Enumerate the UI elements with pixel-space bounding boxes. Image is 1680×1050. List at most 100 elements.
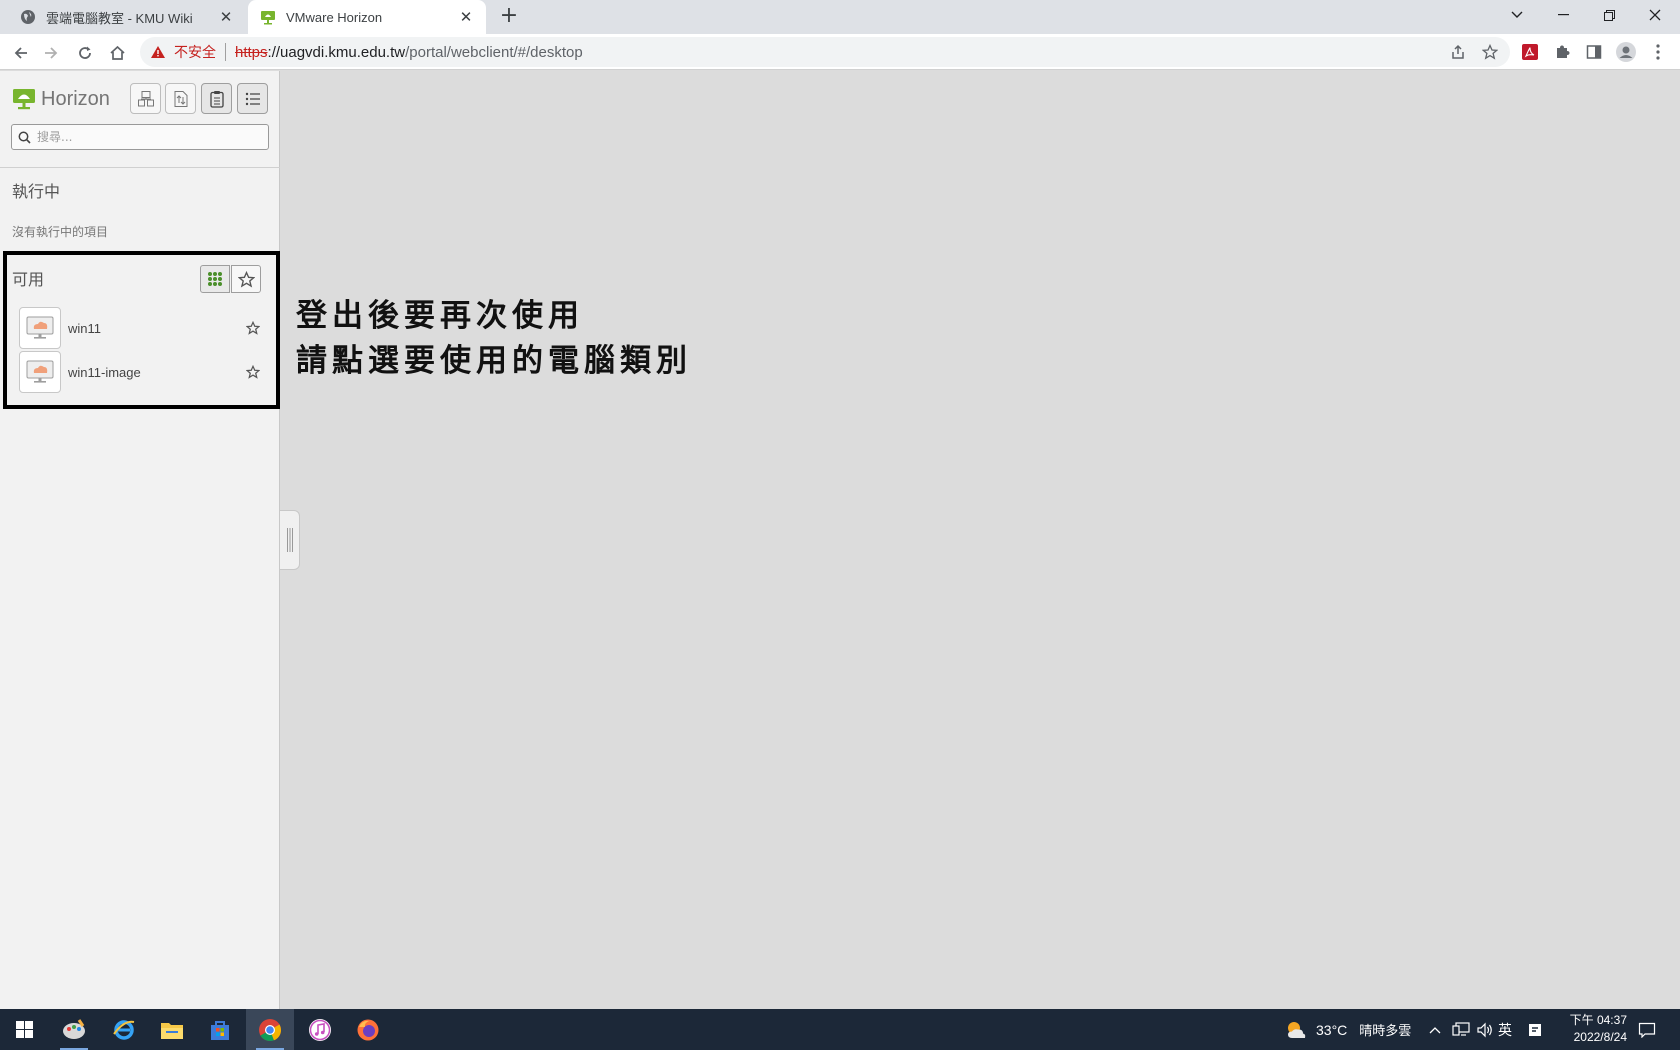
horizon-logo-icon [13,89,35,110]
sidebar-divider [0,167,280,168]
browser-tab-strip: 雲端電腦教室 - KMU Wiki ✕ VMware Horizon ✕ + [0,0,1680,34]
not-secure-label[interactable]: 不安全 [174,42,216,62]
weather-temperature: 33°C [1316,1021,1348,1038]
list-menu-icon [245,92,260,105]
side-panel-icon[interactable] [1582,40,1606,64]
show-hidden-icons-chevron-icon[interactable] [1429,1009,1441,1050]
minimize-icon[interactable] [1540,0,1586,30]
grid-view-button[interactable] [200,265,230,293]
notification-badge-icon[interactable] [1528,1009,1542,1050]
tab-title: 雲端電腦教室 - KMU Wiki [46,10,193,26]
reload-icon[interactable] [72,40,98,66]
clipboard-button[interactable] [201,83,232,114]
cloud-desktop-icon [26,316,54,339]
music-note-icon [309,1018,331,1041]
taskbar-ie-app[interactable] [100,1009,148,1050]
horizon-monitor-icon [261,11,275,25]
action-center-icon[interactable] [1638,1009,1656,1050]
running-section-title: 執行中 [12,182,61,201]
address-bar[interactable]: 不安全 https://uagvdi.kmu.edu.tw/portal/web… [140,37,1510,67]
favorites-filter-button[interactable] [231,265,261,293]
input-method-indicator[interactable]: 英 [1498,1009,1512,1050]
favorite-star-icon[interactable] [243,362,263,382]
file-transfer-icon [174,90,187,107]
available-section-highlight: 可用 win11 win11-image [3,251,280,409]
warning-icon [151,46,165,58]
globe-icon [21,10,35,24]
taskbar-chrome-app[interactable] [246,1009,294,1050]
horizon-logo-text: Horizon [41,87,110,110]
running-empty-message: 沒有執行中的項目 [12,225,109,239]
partly-cloudy-icon [1288,1021,1306,1038]
taskbar-firefox-app[interactable] [344,1009,392,1050]
desktop-name: win11-image [68,364,141,380]
browser-menu-icon[interactable] [1646,40,1670,64]
horizon-sidebar: Horizon 執行中 沒有執行中的項目 可用 [0,71,280,1009]
favorite-star-icon[interactable] [243,318,263,338]
system-clock[interactable]: 下午 04:37 2022/8/24 [1555,1012,1627,1046]
profile-avatar-icon[interactable] [1614,40,1638,64]
usb-icon [137,90,154,106]
usb-devices-button[interactable] [130,83,161,114]
clock-time: 下午 04:37 [1569,1013,1627,1027]
search-box[interactable] [11,124,269,150]
back-arrow-icon[interactable] [8,40,34,66]
desktop-name: win11 [68,320,102,336]
start-button[interactable] [0,1009,48,1050]
desktop-thumbnail [19,351,61,393]
browser-toolbar: 不安全 https://uagvdi.kmu.edu.tw/portal/web… [0,34,1680,70]
desktop-item-win11-image[interactable]: win11-image [19,351,269,393]
settings-menu-button[interactable] [237,83,268,114]
horizon-logo: Horizon [12,87,110,111]
star-icon [237,270,255,288]
url-path: /portal/webclient/#/desktop [405,43,583,61]
weather-description: 晴時多雲 [1359,1023,1412,1038]
folder-icon [161,1022,183,1039]
acrobat-extension-icon[interactable] [1518,40,1542,64]
taskbar-store-app[interactable] [196,1009,244,1050]
bookmark-star-icon[interactable] [1478,40,1502,64]
store-bag-icon [211,1020,229,1040]
url-host: ://uagvdi.kmu.edu.tw [267,43,406,61]
tab-kmu-wiki[interactable]: 雲端電腦教室 - KMU Wiki ✕ [8,0,246,34]
address-separator [225,43,226,61]
cloud-desktop-icon [26,360,54,383]
clock-date: 2022/8/24 [1573,1030,1627,1044]
sidebar-resize-handle[interactable] [280,510,300,570]
grid-icon [208,272,222,286]
available-section-title: 可用 [12,270,45,289]
annotation-line-1: 登出後要再次使用 [296,298,584,334]
forward-arrow-icon[interactable] [38,40,64,66]
clipboard-icon [209,90,224,108]
paint-palette-icon [63,1018,85,1039]
annotation-line-2: 請點選要使用的電腦類別 [296,343,692,379]
taskbar-itunes-app[interactable] [296,1009,344,1050]
weather-widget[interactable]: 33°C 晴時多雲 [1284,1009,1411,1050]
drag-grip-icon [286,528,293,552]
tab-search-icon[interactable] [1494,0,1540,30]
internet-explorer-icon [113,1019,135,1040]
new-tab-button[interactable]: + [496,4,522,30]
tab-close-icon[interactable]: ✕ [218,8,234,26]
taskbar-file-explorer[interactable] [148,1009,196,1050]
search-input[interactable] [37,130,257,144]
tab-close-icon[interactable]: ✕ [458,8,474,26]
desktop-item-win11[interactable]: win11 [19,307,269,349]
chrome-icon [259,1018,282,1041]
extensions-puzzle-icon[interactable] [1550,40,1574,64]
taskbar-paint-app[interactable] [50,1009,98,1050]
volume-icon[interactable] [1476,1009,1494,1050]
close-window-icon[interactable] [1632,0,1678,30]
file-transfer-button[interactable] [165,83,196,114]
tab-vmware-horizon[interactable]: VMware Horizon ✕ [248,0,486,34]
windows-logo-icon [15,1021,33,1038]
home-icon[interactable] [104,40,130,66]
search-icon [18,131,31,144]
network-icon[interactable] [1452,1009,1470,1050]
firefox-icon [357,1019,379,1040]
url-scheme: https [235,43,268,61]
desktop-thumbnail [19,307,61,349]
restore-icon[interactable] [1586,0,1632,30]
share-icon[interactable] [1446,40,1470,64]
windows-taskbar: 33°C 晴時多雲 英 下午 04:37 2022/8/24 [0,1009,1680,1050]
